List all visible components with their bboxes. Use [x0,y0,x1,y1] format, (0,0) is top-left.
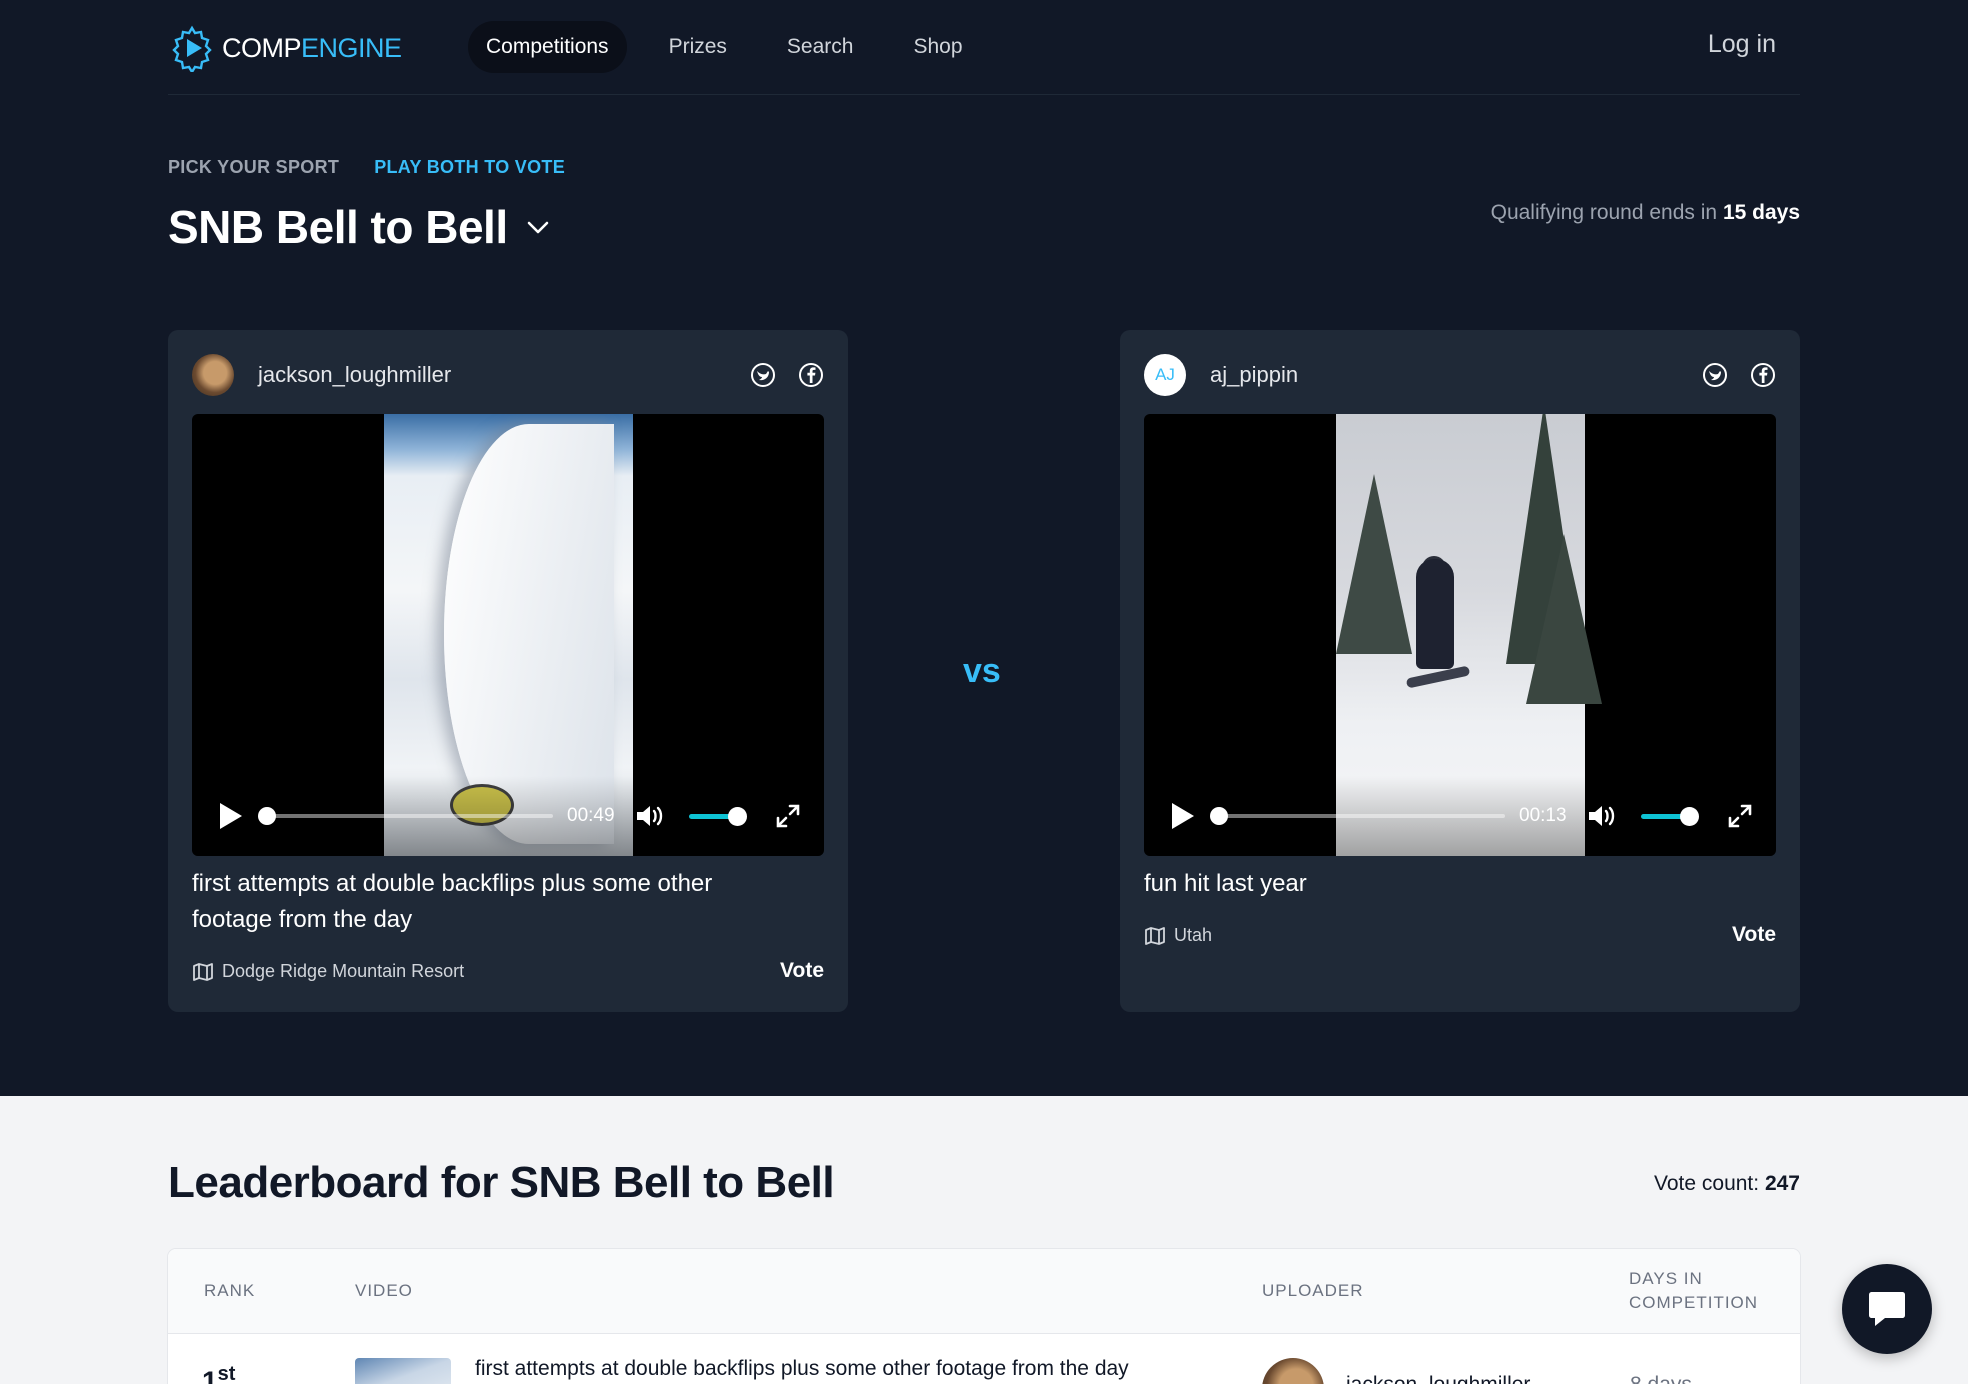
vote-button[interactable]: Vote [1732,923,1776,947]
column-days-line2: COMPETITION [1629,1293,1759,1312]
competition-selector[interactable]: SNB Bell to Bell [168,200,552,254]
nav-search[interactable]: Search [769,21,872,73]
rank-suffix: st [217,1363,236,1384]
competition-title: SNB Bell to Bell [168,201,508,253]
chevron-down-icon [527,221,548,234]
rank: 1st [202,1363,235,1384]
round-days: 15 days [1722,201,1800,224]
twitter-icon[interactable] [750,362,776,388]
logo-text-comp: COMP [222,32,302,63]
chat-icon [1869,1292,1905,1326]
table-row[interactable]: 1st first attempts at double backflips p… [168,1335,1800,1384]
nav-prizes[interactable]: Prizes [651,21,745,73]
round-label: Qualifying round ends in [1490,201,1718,224]
row-video-title[interactable]: first attempts at double backflips plus … [475,1357,1129,1381]
row-days: 8 days [1630,1373,1692,1384]
login-link[interactable]: Log in [1708,30,1776,59]
logo[interactable]: COMPENGINE [168,23,402,73]
video-caption: fun hit last year [1144,870,1307,897]
progress-slider[interactable] [258,807,553,825]
avatar[interactable]: AJ [1144,354,1186,396]
logo-text-engine: ENGINE [301,32,402,63]
entry-card-1: jackson_loughmiller 00:49 first attempts… [168,330,848,1012]
hero-section: COMPENGINE Competitions Prizes Search Sh… [0,0,1968,1096]
top-nav: COMPENGINE Competitions Prizes Search Sh… [168,0,1800,95]
column-rank[interactable]: RANK [204,1279,255,1303]
video-controls: 00:13 [1144,776,1776,856]
tab-pick-your-sport[interactable]: PICK YOUR SPORT [168,157,339,178]
column-uploader[interactable]: UPLOADER [1262,1279,1364,1303]
row-uploader[interactable]: jackson_loughmiller [1346,1373,1530,1384]
map-icon [1145,926,1165,945]
video-thumbnail[interactable] [355,1358,451,1384]
username[interactable]: jackson_loughmiller [258,362,451,388]
location-label: Utah [1174,925,1213,945]
vote-count: Vote count: 247 [1654,1172,1800,1196]
username[interactable]: aj_pippin [1210,362,1298,388]
map-icon [193,962,213,981]
gear-play-logo-icon [172,25,212,72]
table-header: RANK VIDEO UPLOADER DAYS IN COMPETITION [168,1249,1800,1334]
leaderboard-title: Leaderboard for SNB Bell to Bell [168,1158,835,1207]
vote-button[interactable]: Vote [780,959,824,983]
video-player[interactable]: 00:13 [1144,414,1776,856]
vs-label: vs [963,652,1001,690]
nav-competitions[interactable]: Competitions [468,21,627,73]
rank-number: 1 [202,1365,218,1384]
video-controls: 00:49 [192,776,824,856]
video-duration: 00:49 [567,805,615,826]
column-video[interactable]: VIDEO [355,1279,413,1303]
volume-icon[interactable] [1587,803,1617,829]
avatar[interactable] [1262,1358,1324,1384]
location: Dodge Ridge Mountain Resort [192,961,464,982]
vote-count-label: Vote count: [1654,1172,1760,1195]
twitter-icon[interactable] [1702,362,1728,388]
video-caption: first attempts at double backflips plus … [192,870,713,933]
progress-slider[interactable] [1210,807,1505,825]
column-days-line1: DAYS IN [1629,1269,1703,1288]
volume-icon[interactable] [635,803,665,829]
play-icon[interactable] [218,801,244,831]
video-duration: 00:13 [1519,805,1567,826]
play-icon[interactable] [1170,801,1196,831]
facebook-icon[interactable] [798,362,824,388]
round-countdown: Qualifying round ends in 15 days [1491,201,1800,225]
fullscreen-icon[interactable] [775,803,801,829]
facebook-icon[interactable] [1750,362,1776,388]
tab-play-both-to-vote[interactable]: PLAY BOTH TO VOTE [374,157,565,178]
avatar[interactable] [192,354,234,396]
location-label: Dodge Ridge Mountain Resort [222,961,465,981]
location: Utah [1144,925,1212,946]
volume-slider[interactable] [688,806,747,826]
leaderboard-table: RANK VIDEO UPLOADER DAYS IN COMPETITION … [168,1249,1800,1384]
fullscreen-icon[interactable] [1727,803,1753,829]
vote-count-value: 247 [1764,1172,1800,1195]
nav-shop[interactable]: Shop [895,21,980,73]
volume-slider[interactable] [1640,806,1699,826]
video-player[interactable]: 00:49 [192,414,824,856]
entry-card-2: AJ aj_pippin 00:13 fun hit last year Uta… [1120,330,1800,1012]
chat-button[interactable] [1842,1264,1932,1354]
column-days[interactable]: DAYS IN COMPETITION [1629,1267,1758,1315]
